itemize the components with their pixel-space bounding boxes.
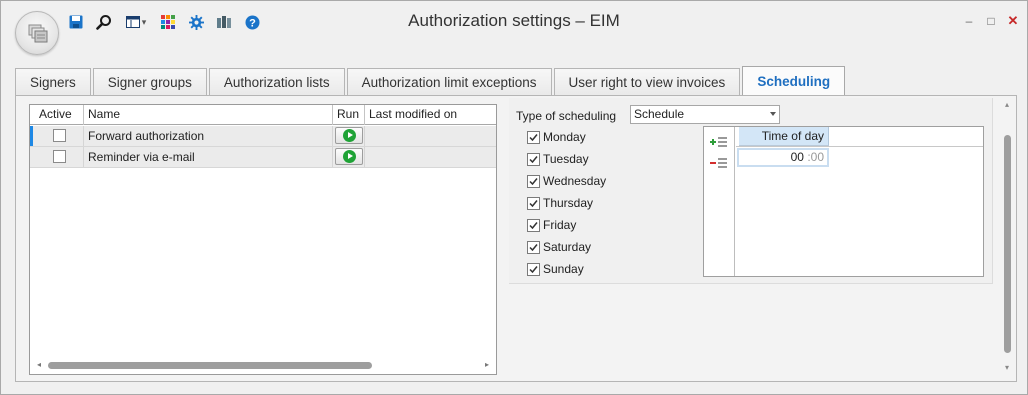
last-modified-cell [365, 126, 496, 146]
time-grid-action-bar [704, 127, 735, 276]
chevron-down-icon: ▾ [141, 16, 147, 27]
type-of-scheduling-value: Schedule [634, 107, 685, 121]
table-row[interactable]: Reminder via e-mail [30, 147, 496, 168]
remove-row-icon[interactable] [710, 156, 728, 170]
scroll-left-arrow[interactable]: ◂ [32, 358, 46, 372]
help-icon[interactable]: ? [243, 13, 261, 31]
active-checkbox[interactable] [53, 129, 66, 142]
checkbox-checked-icon [527, 130, 540, 144]
horizontal-scroll-thumb[interactable] [48, 362, 372, 369]
layout-icon [125, 16, 140, 28]
grid-header: Active Name Run Last modified on [30, 105, 496, 125]
tab-signer-groups[interactable]: Signer groups [92, 68, 207, 96]
tab-authorization-limit-exceptions[interactable]: Authorization limit exceptions [346, 68, 552, 96]
day-checkbox-thursday[interactable]: Thursday [527, 195, 593, 211]
scheduling-settings: Type of scheduling Schedule Monday Tuesd… [509, 98, 993, 284]
table-row[interactable]: Forward authorization [30, 126, 496, 147]
time-of-day-grid: Time of day 00 :00 [703, 126, 984, 277]
type-of-scheduling-label: Type of scheduling [516, 109, 617, 123]
day-label: Tuesday [543, 152, 589, 166]
column-header-time-of-day[interactable]: Time of day [739, 127, 829, 146]
day-label: Friday [543, 218, 577, 232]
scroll-down-arrow[interactable]: ▾ [1000, 363, 1014, 375]
day-checkbox-sunday[interactable]: Sunday [527, 261, 584, 277]
day-checkbox-saturday[interactable]: Saturday [527, 239, 591, 255]
last-modified-cell [365, 147, 496, 167]
checkbox-checked-icon [527, 174, 540, 188]
active-cell [35, 147, 84, 167]
horizontal-scrollbar[interactable]: ◂ ▸ [31, 357, 495, 373]
color-grid-icon[interactable] [159, 13, 177, 31]
column-header-active[interactable]: Active [35, 105, 84, 125]
day-label: Saturday [543, 240, 592, 254]
quick-access-toolbar: ▾ ? [67, 13, 271, 31]
checkbox-checked-icon [527, 218, 540, 232]
tab-user-right-to-view-invoices[interactable]: User right to view invoices [553, 68, 741, 96]
title-bar: ▾ ? Authorization settings – EIM – □ ✕ [1, 1, 1027, 55]
active-checkbox[interactable] [53, 150, 66, 163]
day-checkbox-wednesday[interactable]: Wednesday [527, 173, 606, 189]
checkbox-checked-icon [527, 152, 540, 166]
maximize-button[interactable]: □ [983, 13, 999, 29]
search-icon[interactable] [95, 13, 113, 31]
add-row-icon[interactable] [710, 135, 728, 149]
type-of-scheduling-select[interactable]: Schedule [630, 105, 780, 124]
day-label: Thursday [543, 196, 594, 210]
layout-dropdown-button[interactable]: ▾ [123, 13, 149, 31]
name-cell: Forward authorization [84, 126, 333, 146]
app-window: ▾ ? Authorization settings – EIM – □ ✕ S… [0, 0, 1028, 395]
checkbox-checked-icon [527, 196, 540, 210]
books-icon[interactable] [215, 13, 233, 31]
vertical-scrollbar[interactable]: ▴ ▾ [999, 98, 1015, 379]
day-label: Sunday [543, 262, 584, 276]
run-button[interactable] [335, 148, 363, 165]
run-button[interactable] [335, 127, 363, 144]
name-cell: Reminder via e-mail [84, 147, 333, 167]
tab-authorization-lists[interactable]: Authorization lists [208, 68, 345, 96]
checkbox-checked-icon [527, 240, 540, 254]
schedule-jobs-grid: Active Name Run Last modified on Forward… [29, 104, 497, 375]
tab-strip: Signers Signer groups Authorization list… [15, 66, 847, 96]
checkbox-checked-icon [527, 262, 540, 276]
day-label: Monday [543, 130, 586, 144]
scroll-up-arrow[interactable]: ▴ [1000, 100, 1014, 112]
tab-signers[interactable]: Signers [15, 68, 91, 96]
svg-text:?: ? [249, 17, 256, 29]
scheduling-tab-panel: Active Name Run Last modified on Forward… [15, 95, 1017, 382]
column-header-run[interactable]: Run [333, 105, 365, 125]
time-entry-input[interactable]: 00 :00 [737, 148, 829, 167]
gear-icon[interactable] [187, 13, 205, 31]
documents-icon [28, 24, 48, 43]
close-button[interactable]: ✕ [1005, 13, 1021, 29]
minimize-button[interactable]: – [961, 13, 977, 29]
time-hours: 00 [790, 150, 804, 164]
column-header-last-modified[interactable]: Last modified on [365, 105, 496, 125]
play-icon [342, 129, 356, 142]
play-icon [342, 150, 356, 163]
day-label: Wednesday [543, 174, 607, 188]
column-header-name[interactable]: Name [84, 105, 333, 125]
dropdown-arrow-icon [770, 112, 776, 116]
time-minutes: :00 [807, 150, 824, 164]
header-divider [736, 146, 983, 147]
scroll-right-arrow[interactable]: ▸ [480, 358, 494, 372]
save-icon[interactable] [67, 13, 85, 31]
day-checkbox-tuesday[interactable]: Tuesday [527, 151, 589, 167]
window-controls: – □ ✕ [961, 13, 1021, 29]
tab-scheduling[interactable]: Scheduling [742, 66, 846, 96]
vertical-scroll-thumb[interactable] [1004, 135, 1011, 353]
day-checkbox-monday[interactable]: Monday [527, 129, 586, 145]
day-checkbox-friday[interactable]: Friday [527, 217, 576, 233]
application-menu-button[interactable] [15, 11, 59, 55]
active-cell [35, 126, 84, 146]
selected-row-indicator [30, 126, 33, 146]
